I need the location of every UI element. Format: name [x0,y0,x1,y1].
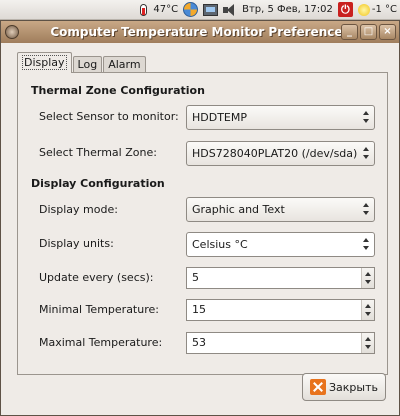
thermal-zone-select[interactable]: HDS728040PLAT20 (/dev/sda) [186,141,375,166]
window-menu-icon[interactable] [5,25,19,39]
combo-arrows-icon [363,111,370,123]
display-tab-panel: Thermal Zone Configuration Select Sensor… [17,72,388,375]
spinner-arrows-icon[interactable] [361,333,374,353]
tab-log[interactable]: Log [72,56,103,73]
display-units-select[interactable]: Celsius °C [186,232,375,257]
clock[interactable]: Втр, 5 Фев, 17:02 [242,4,333,15]
sensor-select[interactable]: HDDTEMP [186,105,375,130]
display-mode-select[interactable]: Graphic and Text [186,197,375,222]
combo-arrows-icon [363,203,370,215]
weather-temp-text: -1 °C [371,4,397,15]
thermal-zone-label: Select Thermal Zone: [39,146,157,159]
title-bar[interactable]: Computer Temperature Monitor Preferences… [1,21,399,43]
display-mode-label: Display mode: [39,203,118,216]
spinner-arrows-icon[interactable] [361,300,374,320]
combo-arrows-icon [363,238,370,250]
top-panel: 47°C Втр, 5 Фев, 17:02 ⏻ -1 °C [0,0,400,20]
spinner-arrows-icon[interactable] [361,268,374,288]
volume-icon[interactable] [223,3,237,16]
thermometer-icon [136,3,152,17]
network-icon[interactable] [203,3,219,16]
window-title: Computer Temperature Monitor Preferences [50,25,350,39]
temperature-applet[interactable]: 47°C [136,0,178,20]
cpu-temp-text: 47°C [153,4,179,15]
min-temp-spinner[interactable]: 15 [186,299,375,321]
update-interval-label: Update every (secs): [39,271,154,284]
close-window-button[interactable]: × [379,24,396,40]
close-icon [310,379,326,395]
preferences-window: Computer Temperature Monitor Preferences… [0,20,400,416]
display-units-label: Display units: [39,237,114,250]
weather-applet[interactable]: -1 °C [357,0,397,20]
tab-display[interactable]: Display [17,52,72,73]
max-temp-label: Maximal Temperature: [39,336,163,349]
power-icon[interactable]: ⏻ [337,2,353,17]
display-section-title: Display Configuration [31,177,165,190]
update-notifier-icon[interactable] [183,2,199,17]
weather-sun-icon [357,3,370,16]
tab-alarm[interactable]: Alarm [103,56,146,73]
combo-arrows-icon [363,147,370,159]
minimize-button[interactable]: _ [341,24,358,40]
close-button[interactable]: Закрыть [302,373,386,401]
max-temp-spinner[interactable]: 53 [186,332,375,354]
update-interval-spinner[interactable]: 5 [186,267,375,289]
maximize-button[interactable]: □ [360,24,377,40]
tab-bar: Display Log Alarm [17,52,147,73]
sensor-label: Select Sensor to monitor: [39,110,179,123]
min-temp-label: Minimal Temperature: [39,303,159,316]
thermal-section-title: Thermal Zone Configuration [31,84,205,97]
